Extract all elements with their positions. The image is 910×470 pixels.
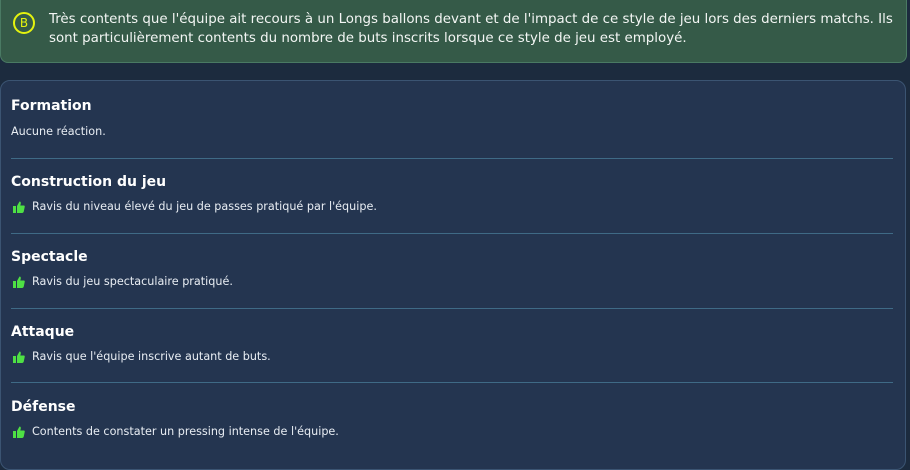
grade-badge: B (13, 12, 35, 34)
thumbs-up-icon (13, 201, 25, 213)
section-divider (11, 382, 893, 383)
feedback-item: Ravis du jeu spectaculaire pratiqué. (11, 275, 233, 288)
feedback-item: Ravis du niveau élevé du jeu de passes p… (11, 200, 377, 213)
section-title: Attaque (11, 324, 75, 340)
feedback-text: Contents de constater un pressing intens… (32, 425, 339, 438)
thumbs-up-icon (13, 276, 25, 288)
section-title: Défense (11, 399, 76, 415)
section-divider (11, 158, 893, 159)
feedback-text: Ravis du niveau élevé du jeu de passes p… (32, 200, 377, 213)
section-divider (11, 233, 893, 234)
feedback-text: Ravis que l'équipe inscrive autant de bu… (32, 350, 271, 363)
section-divider (11, 308, 893, 309)
thumbs-up-icon (13, 351, 25, 363)
thumbs-up-icon (13, 426, 25, 438)
feedback-text: Ravis du jeu spectaculaire pratiqué. (32, 275, 233, 288)
fan-reaction-banner: B Très contents que l'équipe ait recours… (0, 0, 907, 63)
section-title: Spectacle (11, 249, 88, 265)
banner-summary-text: Très contents que l'équipe ait recours à… (49, 12, 893, 46)
section-no-reaction-text: Aucune réaction. (11, 125, 106, 138)
feedback-item: Ravis que l'équipe inscrive autant de bu… (11, 350, 271, 363)
section-title: Construction du jeu (11, 174, 167, 190)
feedback-item: Contents de constater un pressing intens… (11, 425, 339, 438)
section-title: Formation (11, 98, 92, 114)
